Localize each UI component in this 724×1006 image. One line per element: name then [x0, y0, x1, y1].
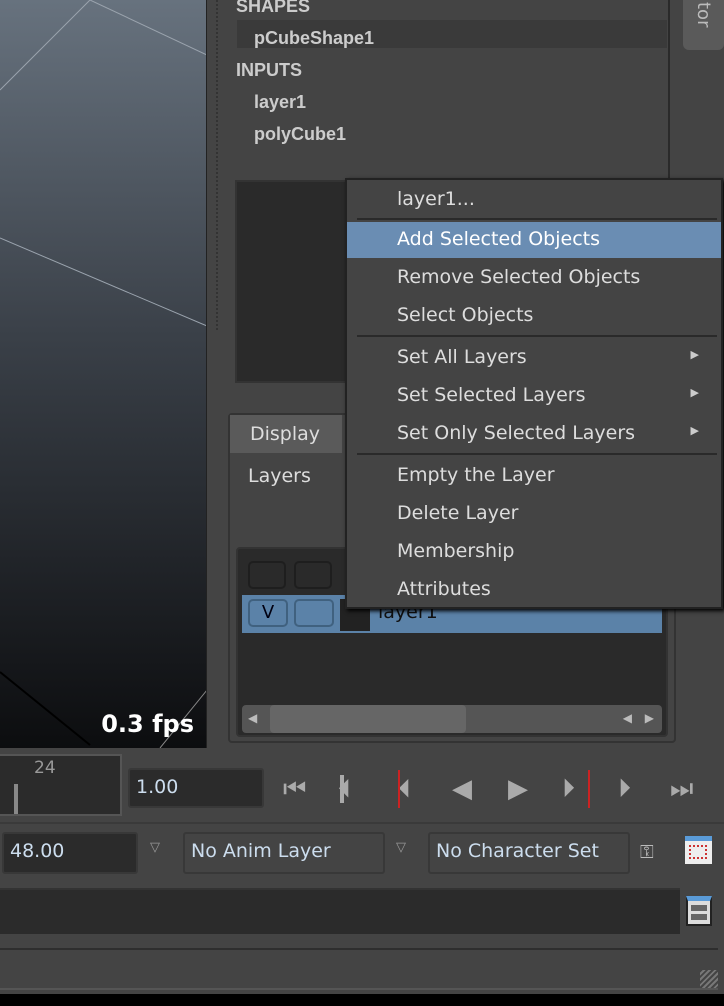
time-slider[interactable]: 24	[0, 754, 122, 816]
menu-item-delete-layer[interactable]: Delete Layer	[347, 496, 721, 532]
scroll-left-end-icon[interactable]: ◀	[248, 711, 257, 725]
key-marker	[398, 770, 400, 808]
menu-item-set-selected-layers[interactable]: Set Selected Layers ▶	[347, 378, 721, 414]
step-forward-frame-button[interactable]: ⏵	[618, 772, 631, 806]
scroll-left-icon[interactable]: ◀	[623, 711, 632, 725]
item-pcubeshape1[interactable]: pCubeShape1	[254, 28, 374, 49]
menu-item-set-only-selected-layers[interactable]: Set Only Selected Layers ▶	[347, 416, 721, 452]
section-inputs: INPUTS	[236, 60, 303, 80]
frame-bar	[340, 775, 344, 803]
preferences-icon[interactable]	[685, 836, 712, 864]
menu-label: Set Selected Layers	[397, 384, 586, 406]
menu-item-layer-options[interactable]: layer1...	[347, 182, 721, 218]
menu-item-select-objects[interactable]: Select Objects	[347, 298, 721, 334]
resize-grip-icon[interactable]	[700, 970, 718, 988]
item-polycube1[interactable]: polyCube1	[254, 124, 346, 145]
layer-context-menu: layer1... Add Selected Objects Remove Se…	[345, 178, 723, 609]
end-time-field[interactable]: 48.00	[2, 832, 138, 874]
anim-layer-dropdown[interactable]: No Anim Layer	[183, 832, 385, 874]
play-forward-button[interactable]: ▶	[508, 772, 528, 806]
menu-separator	[357, 335, 717, 337]
side-tab-label: tor	[693, 2, 714, 28]
dropdown-triangle-icon[interactable]: ▽	[150, 840, 160, 855]
visibility-toggle[interactable]: V	[248, 599, 288, 627]
menu-item-empty-the-layer[interactable]: Empty the Layer	[347, 458, 721, 494]
horizontal-scrollbar[interactable]: ◀ ▶ ◀	[242, 705, 662, 733]
command-line-input[interactable]	[0, 888, 680, 934]
step-forward-key-button[interactable]: ⏵	[562, 772, 575, 806]
window-bottom-edge	[0, 994, 724, 1006]
display-type-toggle[interactable]	[294, 599, 334, 627]
help-line	[0, 948, 718, 990]
header-button[interactable]	[294, 561, 332, 589]
play-backward-button[interactable]: ◀	[452, 772, 472, 806]
menu-item-attributes[interactable]: Attributes	[347, 572, 721, 608]
tab-layers[interactable]: Layers	[248, 465, 311, 487]
submenu-arrow-icon: ▶	[690, 348, 699, 361]
time-tick-label: 24	[34, 758, 56, 778]
tab-display[interactable]: Display	[230, 415, 342, 453]
current-time-marker	[14, 784, 18, 814]
menu-item-membership[interactable]: Membership	[347, 534, 721, 570]
fps-readout: 0.3 fps	[101, 710, 194, 738]
section-shapes: SHAPES	[236, 0, 311, 16]
submenu-arrow-icon: ▶	[690, 424, 699, 437]
divider	[0, 822, 724, 824]
go-to-end-button[interactable]: ⏭	[670, 772, 693, 806]
submenu-arrow-icon: ▶	[690, 386, 699, 399]
scrollbar-thumb[interactable]	[270, 705, 466, 733]
scroll-right-icon[interactable]: ▶	[645, 711, 654, 725]
item-layer1[interactable]: layer1	[254, 92, 306, 113]
3d-viewport[interactable]: 0.3 fps	[0, 0, 207, 748]
menu-label: Set Only Selected Layers	[397, 422, 636, 444]
menu-label: Set All Layers	[397, 346, 527, 368]
key-marker	[588, 770, 590, 808]
menu-separator	[357, 453, 717, 455]
character-set-dropdown[interactable]: No Character Set	[428, 832, 630, 874]
current-time-field[interactable]: 1.00	[128, 768, 264, 808]
menu-item-remove-selected-objects[interactable]: Remove Selected Objects	[347, 260, 721, 296]
header-button[interactable]	[248, 561, 286, 589]
dropdown-triangle-icon[interactable]: ▽	[396, 840, 406, 855]
attribute-editor-tab[interactable]: tor	[683, 0, 724, 50]
wireframe-grid	[0, 0, 206, 748]
menu-item-add-selected-objects[interactable]: Add Selected Objects	[347, 222, 721, 258]
panel-splitter[interactable]	[208, 0, 230, 748]
auto-key-icon[interactable]: ⚿	[640, 842, 654, 863]
go-to-start-button[interactable]: ⏮	[283, 772, 306, 806]
menu-separator	[357, 218, 717, 220]
script-editor-icon[interactable]	[686, 896, 712, 926]
menu-item-set-all-layers[interactable]: Set All Layers ▶	[347, 340, 721, 376]
